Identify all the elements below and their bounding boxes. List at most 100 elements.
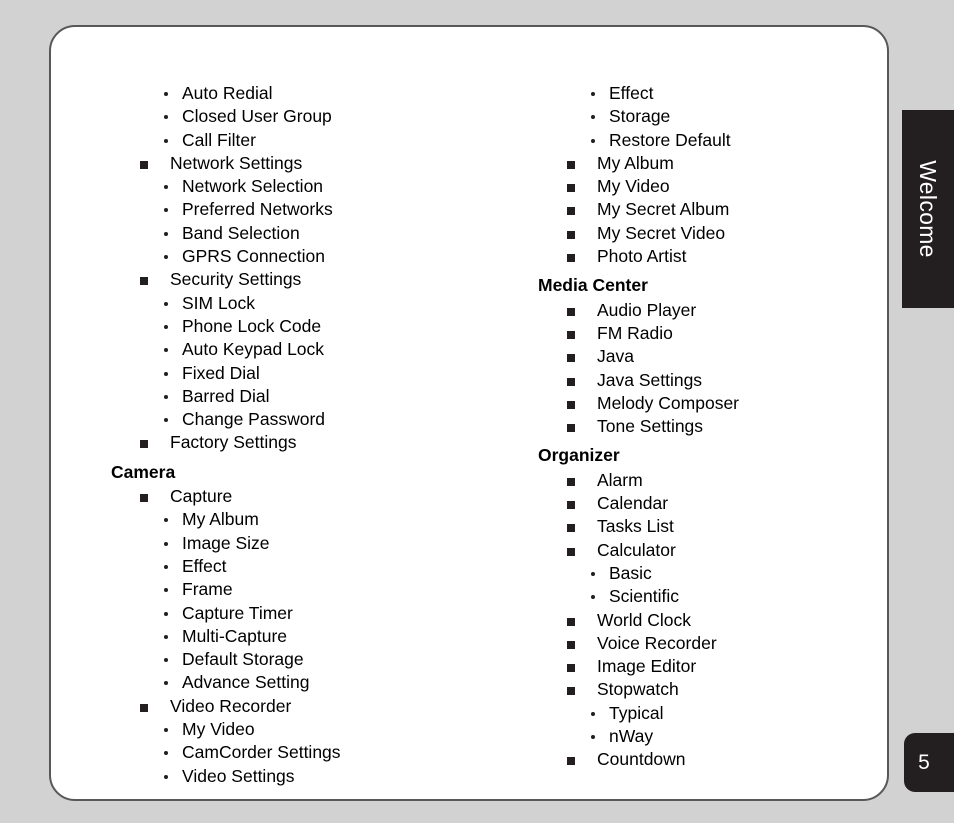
menu-item-audio-player: Audio Player: [538, 299, 938, 322]
menu-item-voice-recorder: Voice Recorder: [538, 632, 938, 655]
menu-item-auto-redial: Auto Redial: [111, 82, 511, 105]
menu-item-label: My Video: [182, 719, 255, 740]
square-bullet-icon: [140, 494, 148, 503]
menu-item-advance-setting: Advance Setting: [111, 671, 511, 694]
menu-item-my-secret-album: My Secret Album: [538, 198, 938, 221]
menu-item-label: My Album: [597, 152, 674, 173]
menu-item-label: Calculator: [597, 539, 676, 560]
menu-item-label: Factory Settings: [170, 432, 297, 453]
menu-item-photo-artist: Photo Artist: [538, 245, 938, 268]
menu-item-tone-settings: Tone Settings: [538, 415, 938, 438]
menu-item-storage: Storage: [538, 105, 938, 128]
round-bullet-icon: [164, 728, 168, 733]
menu-item-default-storage: Default Storage: [111, 648, 511, 671]
menu-item-effect: Effect: [111, 555, 511, 578]
round-bullet-icon: [164, 231, 168, 236]
square-bullet-icon: [567, 160, 575, 169]
menu-item-phone-lock-code: Phone Lock Code: [111, 315, 511, 338]
menu-item-label: Typical: [609, 702, 664, 723]
square-bullet-icon: [567, 377, 575, 386]
menu-item-label: Voice Recorder: [597, 632, 717, 653]
menu-item-label: Photo Artist: [597, 246, 687, 267]
menu-item-label: Network Selection: [182, 176, 324, 197]
round-bullet-icon: [164, 208, 168, 213]
menu-block: Auto Redial Closed User Group Call Filter N…: [111, 82, 511, 455]
menu-item-factory-settings: Factory Settings: [111, 431, 511, 454]
menu-item-label: My Secret Video: [597, 222, 726, 243]
menu-item-label: Change Password: [182, 409, 325, 430]
menu-item-label: Basic: [609, 562, 652, 583]
menu-item-label: Tasks List: [597, 516, 674, 537]
menu-item-label: Image Editor: [597, 656, 697, 677]
side-tab-welcome[interactable]: Welcome: [902, 110, 954, 308]
menu-item-label: Restore Default: [609, 129, 731, 150]
page-number: 5: [918, 751, 930, 774]
menu-column-left: Auto Redial Closed User Group Call Filter N…: [111, 82, 511, 788]
menu-item-world-clock: World Clock: [538, 609, 938, 632]
square-bullet-icon: [567, 307, 575, 316]
side-tab-label: Welcome: [915, 160, 941, 258]
menu-item-label: Calendar: [597, 493, 669, 514]
menu-item-my-video: My Video: [538, 175, 938, 198]
menu-item-label: Default Storage: [182, 649, 304, 670]
menu-item-camcorder-settings: CamCorder Settings: [111, 741, 511, 764]
menu-item-label: Call Filter: [182, 129, 256, 150]
menu-item-nway: nWay: [538, 725, 938, 748]
square-bullet-icon: [567, 184, 575, 193]
round-bullet-icon: [164, 564, 168, 569]
menu-item-calendar: Calendar: [538, 492, 938, 515]
menu-item-band-selection: Band Selection: [111, 222, 511, 245]
menu-item-image-size: Image Size: [111, 532, 511, 555]
round-bullet-icon: [591, 571, 595, 576]
menu-item-java: Java: [538, 345, 938, 368]
menu-item-label: Java Settings: [597, 369, 703, 390]
menu-item-sim-lock: SIM Lock: [111, 292, 511, 315]
menu-block: Organizer Alarm Calendar Tasks List Calculat…: [538, 438, 938, 771]
menu-item-security-settings: Security Settings: [111, 268, 511, 291]
round-bullet-icon: [164, 751, 168, 756]
page-number-chip: 5: [904, 733, 954, 792]
menu-item-label: My Album: [182, 509, 259, 530]
round-bullet-icon: [164, 324, 168, 329]
menu-item-capture-timer: Capture Timer: [111, 602, 511, 625]
round-bullet-icon: [591, 115, 595, 120]
menu-item-label: Preferred Networks: [182, 199, 333, 220]
menu-item-typical: Typical: [538, 702, 938, 725]
round-bullet-icon: [164, 774, 168, 779]
menu-item-my-album: My Album: [111, 508, 511, 531]
menu-item-label: Melody Composer: [597, 392, 739, 413]
menu-item-label: Frame: [182, 579, 233, 600]
menu-item-my-album: My Album: [538, 152, 938, 175]
section-header-camera: Camera: [111, 461, 176, 482]
square-bullet-icon: [567, 664, 575, 673]
menu-item-change-password: Change Password: [111, 408, 511, 431]
menu-item-label: CamCorder Settings: [182, 742, 341, 763]
menu-item-label: Security Settings: [170, 269, 302, 290]
menu-item-gprs-connection: GPRS Connection: [111, 245, 511, 268]
round-bullet-icon: [164, 115, 168, 120]
menu-item-network-settings: Network Settings: [111, 152, 511, 175]
menu-column-right: Effect Storage Restore Default My Album My V…: [538, 82, 938, 772]
square-bullet-icon: [140, 703, 148, 712]
round-bullet-icon: [164, 394, 168, 399]
round-bullet-icon: [591, 92, 595, 96]
section-header-media-center: Media Center: [538, 275, 648, 296]
menu-item-closed-user-group: Closed User Group: [111, 105, 511, 128]
menu-item-label: Java: [597, 346, 634, 367]
menu-block: Effect Storage Restore Default My Album My V…: [538, 82, 938, 268]
square-bullet-icon: [567, 254, 575, 263]
menu-item-frame: Frame: [111, 578, 511, 601]
menu-item-label: Barred Dial: [182, 385, 270, 406]
menu-item-call-filter: Call Filter: [111, 129, 511, 152]
menu-item-label: Band Selection: [182, 222, 300, 243]
menu-item-tasks-list: Tasks List: [538, 515, 938, 538]
square-bullet-icon: [140, 277, 148, 286]
round-bullet-icon: [164, 92, 168, 96]
round-bullet-icon: [164, 138, 168, 143]
square-bullet-icon: [567, 330, 575, 339]
menu-item-label: SIM Lock: [182, 292, 255, 313]
menu-item-label: Storage: [609, 106, 671, 127]
square-bullet-icon: [567, 524, 575, 533]
menu-item-alarm: Alarm: [538, 469, 938, 492]
menu-item-label: Video Settings: [182, 765, 295, 786]
